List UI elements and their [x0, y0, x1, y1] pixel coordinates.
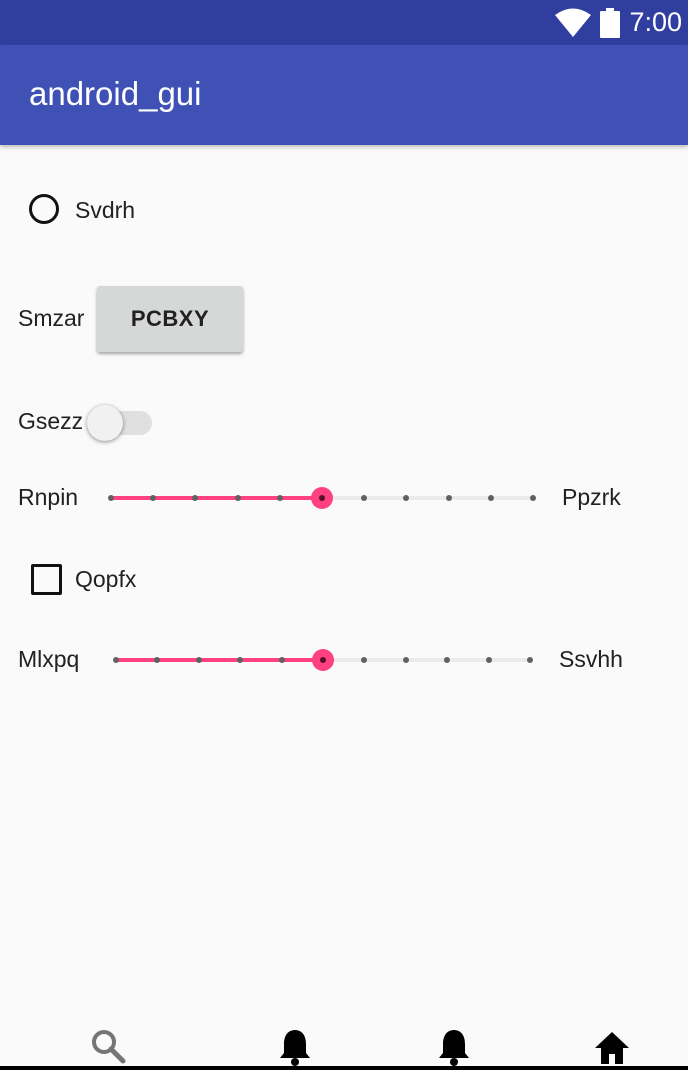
slider-1-left-label: Rnpin [18, 484, 79, 510]
slider-1-right-label: Ppzrk [562, 484, 621, 510]
slider-track-fill [111, 496, 322, 500]
slider-tick [487, 495, 494, 501]
status-bar: 7:00 [0, 0, 688, 45]
slider-tick [445, 495, 452, 501]
slider-tick [195, 657, 202, 663]
app-bar: android_gui [0, 45, 688, 145]
battery-icon [600, 7, 621, 38]
status-icons: 7:00 [555, 0, 682, 45]
slider-tick [530, 495, 536, 501]
slider-tick [402, 657, 409, 663]
slider-tick [278, 657, 285, 663]
slider-2-right-label: Ssvhh [559, 646, 623, 672]
slider-track-fill [116, 658, 323, 662]
pcbxy-button[interactable]: PCBXY [97, 286, 243, 352]
slider-thumb[interactable] [312, 649, 334, 671]
checkbox[interactable] [31, 564, 62, 595]
slider-tick [485, 657, 492, 663]
app-title: android_gui [29, 75, 202, 112]
slider-tick [361, 495, 368, 501]
slider-tick [527, 657, 533, 663]
slider-2-left-label: Mlxpq [18, 646, 80, 672]
slider-thumb-dot [319, 495, 325, 501]
slider-thumb[interactable] [311, 487, 333, 509]
slider-tick [361, 657, 368, 663]
switch-label: Gsezz [18, 408, 84, 434]
slider-tick [276, 495, 283, 501]
status-time: 7:00 [629, 7, 682, 37]
slider-tick [108, 495, 114, 501]
bottom-edge [0, 1066, 688, 1070]
slider-tick [403, 495, 410, 501]
slider-tick [237, 657, 244, 663]
slider-tick [113, 657, 119, 663]
slider-thumb-dot [320, 657, 326, 663]
slider-tick [150, 495, 157, 501]
wifi-icon [555, 8, 592, 37]
search-icon[interactable] [88, 1026, 128, 1066]
slider-2[interactable] [113, 640, 533, 680]
checkbox-label[interactable]: Qopfx [75, 566, 136, 593]
bottom-navigation [0, 1018, 688, 1070]
slider-tick [234, 495, 241, 501]
bell-icon[interactable] [275, 1026, 315, 1066]
slider-tick [444, 657, 451, 663]
bell-icon[interactable] [434, 1026, 474, 1066]
slider-1[interactable] [108, 478, 536, 518]
slider-tick [154, 657, 161, 663]
button-row-label: Smzar [18, 305, 85, 331]
slider-tick [192, 495, 199, 501]
radio-button[interactable] [29, 194, 59, 224]
switch-thumb[interactable] [87, 405, 123, 441]
home-icon[interactable] [592, 1026, 632, 1066]
radio-label[interactable]: Svdrh [75, 197, 135, 224]
